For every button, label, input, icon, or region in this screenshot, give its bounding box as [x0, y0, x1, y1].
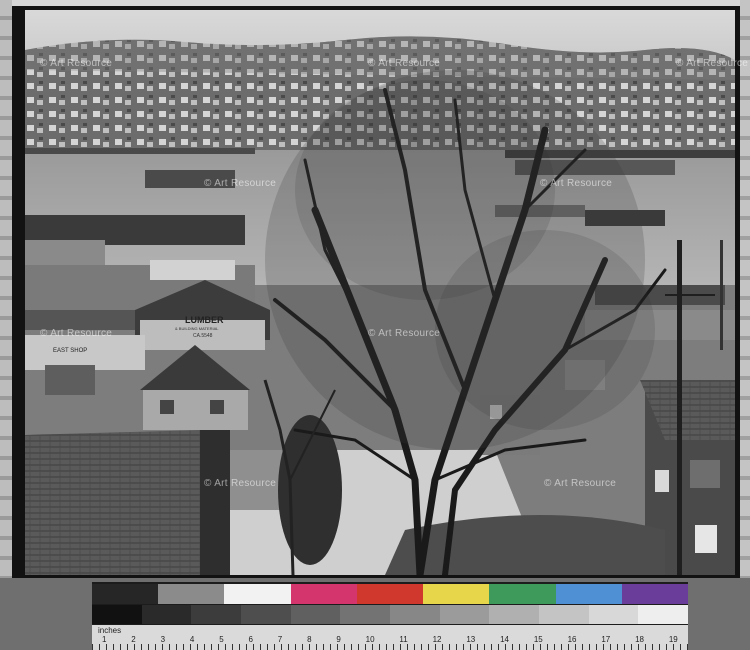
gray-swatch	[489, 605, 540, 624]
color-checker: inches 1 2 3 4 5 6 7 8 9 10 11 12 13 14 15 16 17 18 19	[92, 582, 689, 650]
gray-swatch	[439, 605, 490, 624]
color-swatch	[224, 584, 291, 604]
watermark: © Art Resource	[368, 58, 441, 69]
sign-lumber-phone: CA.5548	[193, 333, 213, 339]
watermark: © Art Resource	[204, 478, 277, 489]
ruler-label: inches	[98, 626, 122, 635]
watermark: © Art Resource	[40, 328, 113, 339]
color-swatch	[92, 584, 159, 604]
watermark: © Art Resource	[544, 478, 617, 489]
gray-swatch	[588, 605, 639, 624]
color-swatch	[423, 584, 490, 604]
gray-swatch	[241, 605, 291, 624]
gray-swatch	[638, 605, 689, 624]
color-swatch	[290, 584, 357, 604]
gray-swatch	[191, 605, 242, 624]
gray-swatch	[290, 605, 341, 624]
photograph: LUMBER & BUILDING MATERIAL CA.5548 EAST …	[25, 10, 735, 575]
gray-swatch	[92, 605, 142, 624]
gray-swatch	[340, 605, 391, 624]
color-swatch-row	[92, 584, 688, 604]
film-edge-right	[740, 0, 750, 650]
color-swatch	[158, 584, 225, 604]
color-swatch	[555, 584, 622, 604]
house-roof-middle	[140, 345, 250, 390]
gray-scale-row	[92, 605, 689, 624]
utility-pole	[677, 240, 682, 575]
house-middle	[143, 390, 248, 430]
sign-shop: EAST SHOP	[53, 348, 87, 354]
watermark: © Art Resource	[40, 58, 113, 69]
gray-swatch	[390, 605, 440, 624]
film-edge-left	[0, 0, 12, 650]
inch-ruler: inches 1 2 3 4 5 6 7 8 9 10 11 12 13 14 15 16 17 18 19	[92, 625, 688, 650]
watermark: © Art Resource	[368, 328, 441, 339]
ruler-ticks	[92, 644, 688, 650]
watermark: © Art Resource	[676, 58, 749, 69]
gray-swatch	[141, 605, 192, 624]
watermark: © Art Resource	[540, 178, 613, 189]
color-swatch	[356, 584, 424, 604]
sign-lumber: LUMBER	[185, 315, 224, 325]
color-swatch	[489, 584, 556, 604]
gray-swatch	[539, 605, 589, 624]
watermark: © Art Resource	[204, 178, 277, 189]
sign-lumber-sub: & BUILDING MATERIAL	[175, 326, 219, 331]
photo-scene: LUMBER & BUILDING MATERIAL CA.5548 EAST …	[25, 10, 735, 575]
roof-foreground	[25, 430, 225, 575]
color-swatch	[621, 584, 688, 604]
